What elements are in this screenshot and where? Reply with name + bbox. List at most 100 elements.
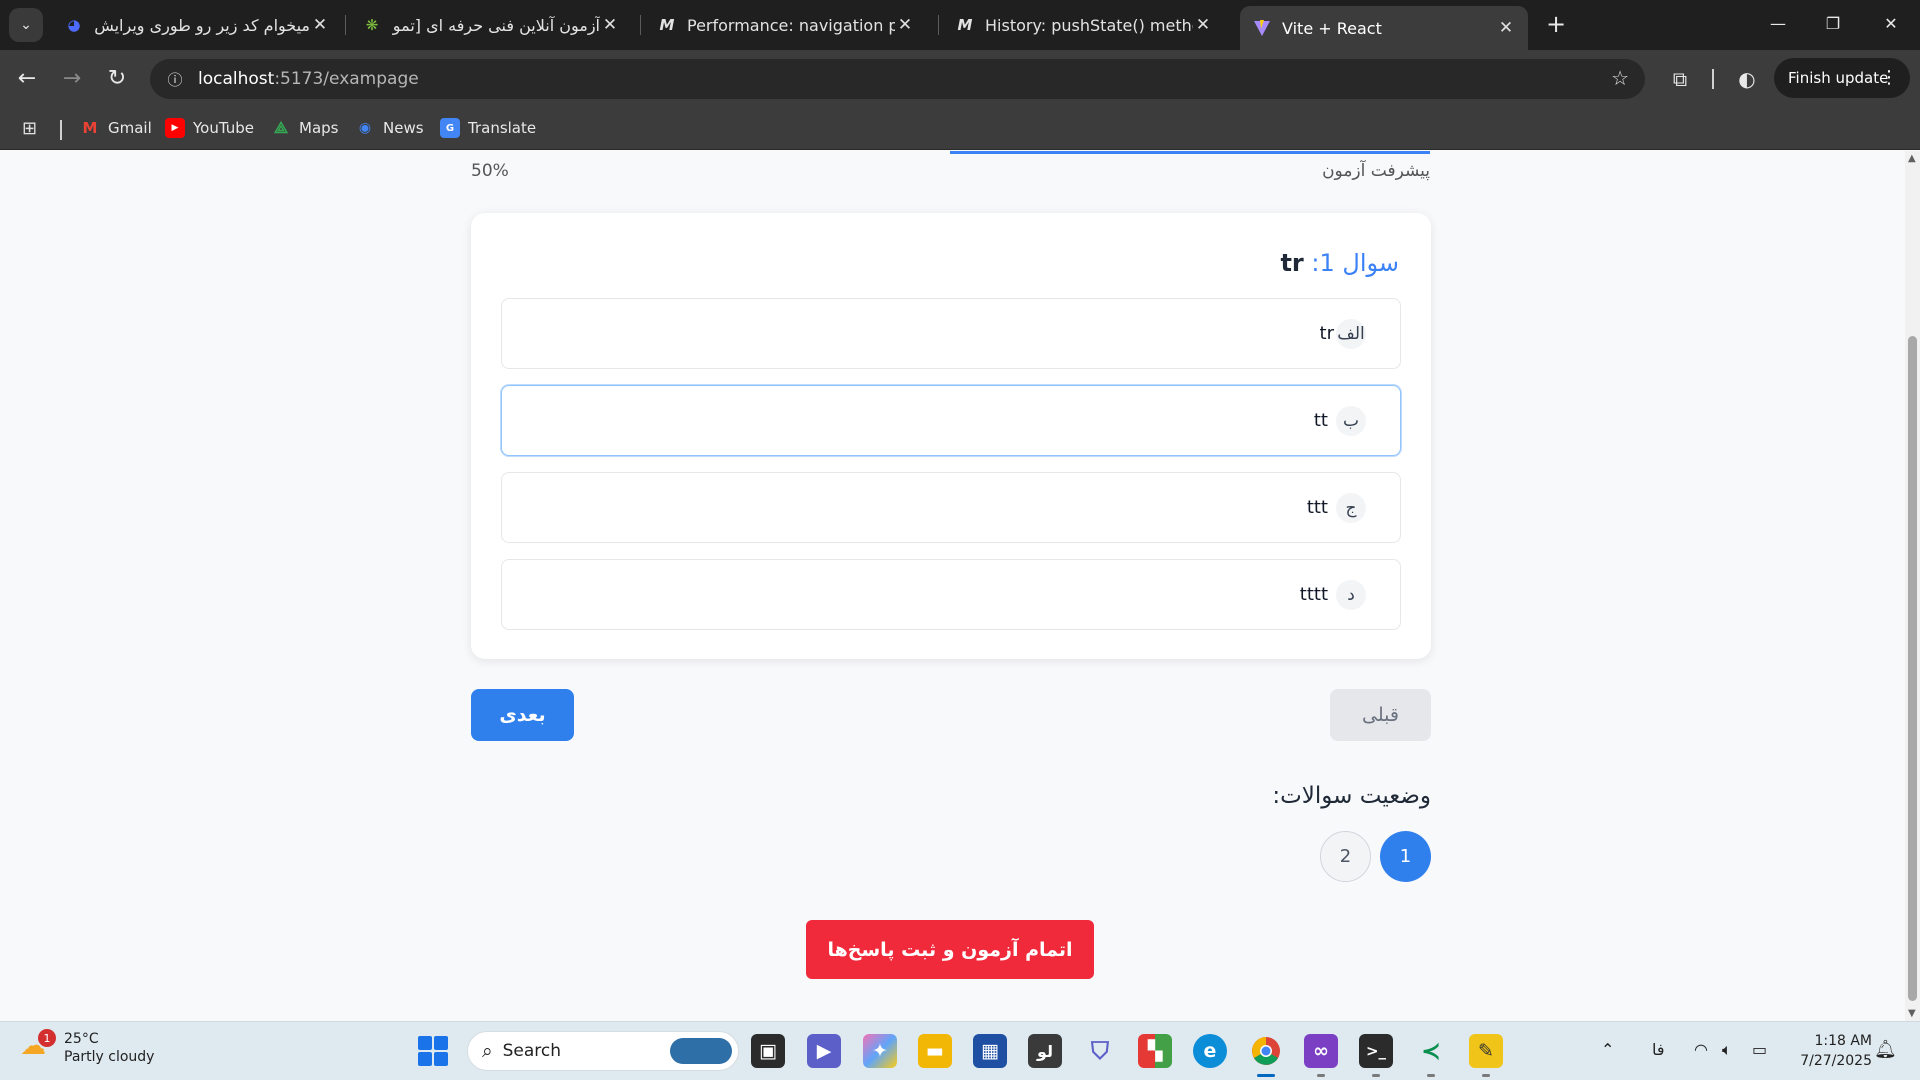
close-tab-icon[interactable]: ✕ (1496, 18, 1516, 38)
search-highlight-image (670, 1038, 732, 1064)
forward-button[interactable]: → (55, 62, 89, 96)
browser-tab[interactable]: ❋ آزمون آنلاین فنی حرفه ای [تمو ✕ (350, 8, 632, 42)
bookmark-gmail[interactable]: M Gmail (80, 118, 152, 138)
windows-start-icon[interactable] (418, 1036, 448, 1066)
edge-icon[interactable]: e (1193, 1034, 1227, 1068)
battery-icon[interactable]: ▭ (1752, 1040, 1767, 1059)
bookmark-translate[interactable]: G Translate (440, 118, 536, 138)
finish-exam-button[interactable]: اتمام آزمون و ثبت پاسخ‌ها (806, 920, 1094, 979)
shield-icon[interactable]: ⛉ (1083, 1034, 1117, 1068)
question-nav-1[interactable]: 1 (1380, 831, 1431, 882)
answer-option-1[interactable]: الف tr (501, 298, 1401, 369)
terminal-icon[interactable]: >_ (1359, 1034, 1393, 1077)
translate-icon: G (440, 118, 460, 138)
back-button[interactable]: ← (10, 62, 44, 96)
close-tab-icon[interactable]: ✕ (600, 15, 620, 35)
progress-percent: 50% (471, 161, 509, 181)
clock-time: 1:18 AM (1814, 1033, 1872, 1049)
browser-toolbar: ← → ↻ ⓘ localhost:5173/exampage ☆ ⧉ ◐ Fi… (0, 50, 1920, 108)
finish-update-button[interactable]: Finish update ⋮ (1774, 58, 1910, 98)
option-letter: ج (1336, 492, 1366, 523)
close-tab-icon[interactable]: ✕ (1193, 15, 1213, 35)
close-tab-icon[interactable]: ✕ (895, 15, 915, 35)
minimize-button[interactable]: — (1758, 8, 1798, 40)
scroll-up-arrow-icon[interactable]: ▲ (1908, 153, 1916, 164)
weather-widget[interactable]: ☁ 1 25°C Partly cloudy (20, 1029, 155, 1066)
bookmarks-bar: ⊞ M Gmail ▶ YouTube ⟁ Maps ◉ News G Tran… (0, 108, 1920, 150)
chrome-icon[interactable] (1249, 1034, 1283, 1077)
taskbar-clock[interactable]: 1:18 AM 7/27/2025 (1792, 1031, 1872, 1071)
mdn-icon: M (957, 16, 973, 34)
taskbar-search[interactable]: ⌕ Search (467, 1031, 739, 1071)
question-text: tr (1280, 249, 1304, 277)
previous-button[interactable]: قبلی (1330, 689, 1431, 741)
tab-strip: ⌄ ◕ میخوام کد زیر رو طوری ویرایش کن ✕ ❋ … (0, 0, 1920, 50)
maps-icon: ⟁ (273, 118, 289, 137)
next-button[interactable]: بعدی (471, 689, 574, 741)
progress-label: پیشرفت آزمون (1322, 161, 1430, 181)
bookmark-maps[interactable]: ⟁ Maps (271, 118, 339, 138)
colorful-app-icon[interactable]: ▚ (1138, 1034, 1172, 1068)
scrollbar-thumb[interactable] (1908, 336, 1917, 1001)
bookmark-star-icon[interactable]: ☆ (1611, 66, 1629, 90)
reload-button[interactable]: ↻ (100, 62, 134, 96)
option-letter: الف (1336, 318, 1366, 349)
volume-icon[interactable]: 🔈︎ (1722, 1040, 1732, 1060)
youtube-icon: ▶ (165, 118, 185, 138)
show-hidden-icons-chevron-icon[interactable]: ⌃ (1601, 1040, 1614, 1059)
site-info-icon[interactable]: ⓘ (162, 66, 188, 92)
option-text: tttt (1299, 584, 1328, 605)
vite-icon (1252, 18, 1272, 38)
app-icon[interactable]: لو (1028, 1034, 1062, 1068)
tab-search-button[interactable]: ⌄ (9, 8, 43, 42)
profile-avatar-icon[interactable]: ◐ (1731, 63, 1763, 95)
bookmarks-divider (60, 120, 62, 140)
task-view-icon[interactable]: ▣ (751, 1034, 785, 1068)
weather-temperature: 25°C (64, 1031, 99, 1047)
copilot-icon[interactable]: ✦ (863, 1034, 897, 1068)
option-text: ttt (1306, 497, 1328, 518)
question-card: سوال 1: tr الف tr ب tt ج ttt د tttt (471, 213, 1431, 659)
new-tab-button[interactable]: + (1542, 11, 1570, 39)
news-icon: ◉ (358, 120, 372, 136)
close-window-button[interactable]: ✕ (1871, 8, 1911, 40)
restore-button[interactable]: ❐ (1813, 8, 1853, 40)
option-letter: ب (1336, 405, 1366, 436)
more-menu-icon: ⋮ (1880, 67, 1898, 88)
visual-studio-icon[interactable]: ∞ (1304, 1034, 1338, 1077)
answer-option-2[interactable]: ب tt (501, 385, 1401, 456)
notifications-bell-icon[interactable]: 🔔︎ (1874, 1039, 1897, 1060)
browser-tab[interactable]: M History: pushState() method - W ✕ (943, 8, 1225, 42)
url-text: localhost:5173/exampage (198, 69, 419, 89)
language-indicator[interactable]: فا (1652, 1040, 1665, 1059)
weather-description: Partly cloudy (64, 1049, 155, 1065)
search-icon: ⌕ (482, 1040, 493, 1062)
bookmark-news[interactable]: ◉ News (355, 118, 424, 138)
answer-option-4[interactable]: د tttt (501, 559, 1401, 630)
teams-icon[interactable]: ▶ (807, 1034, 841, 1068)
deepseek-icon: ◕ (67, 16, 81, 34)
scroll-down-arrow-icon[interactable]: ▼ (1908, 1008, 1916, 1019)
address-bar[interactable]: ⓘ localhost:5173/exampage ☆ (150, 59, 1645, 99)
bookmark-youtube[interactable]: ▶ YouTube (165, 118, 254, 138)
option-text: tr (1319, 323, 1334, 344)
progress-bar-fill (950, 151, 1430, 154)
answer-option-3[interactable]: ج ttt (501, 472, 1401, 543)
browser-tab-active[interactable]: Vite + React ✕ (1240, 6, 1528, 50)
gmail-icon: M (82, 119, 98, 137)
apps-grid-icon[interactable]: ⊞ (22, 118, 44, 140)
question-status-title: وضعیت سوالات: (1272, 783, 1431, 809)
question-title: سوال 1: tr (1280, 249, 1399, 277)
notepad-icon[interactable]: ✎ (1469, 1034, 1503, 1077)
question-nav-2[interactable]: 2 (1320, 831, 1371, 882)
browser-tab[interactable]: ◕ میخوام کد زیر رو طوری ویرایش کن ✕ (52, 8, 342, 42)
close-tab-icon[interactable]: ✕ (310, 15, 330, 35)
notification-badge: 1 (38, 1029, 56, 1047)
page-scrollbar[interactable]: ▲ ▼ (1905, 151, 1920, 1021)
vscode-icon[interactable]: ≺ (1414, 1034, 1448, 1077)
microsoft-store-icon[interactable]: ▦ (973, 1034, 1007, 1068)
browser-tab[interactable]: M Performance: navigation proper ✕ (645, 8, 927, 42)
wifi-icon[interactable]: ◠ (1694, 1040, 1708, 1059)
extensions-icon[interactable]: ⧉ (1664, 63, 1696, 95)
file-explorer-icon[interactable]: ▬ (918, 1034, 952, 1068)
